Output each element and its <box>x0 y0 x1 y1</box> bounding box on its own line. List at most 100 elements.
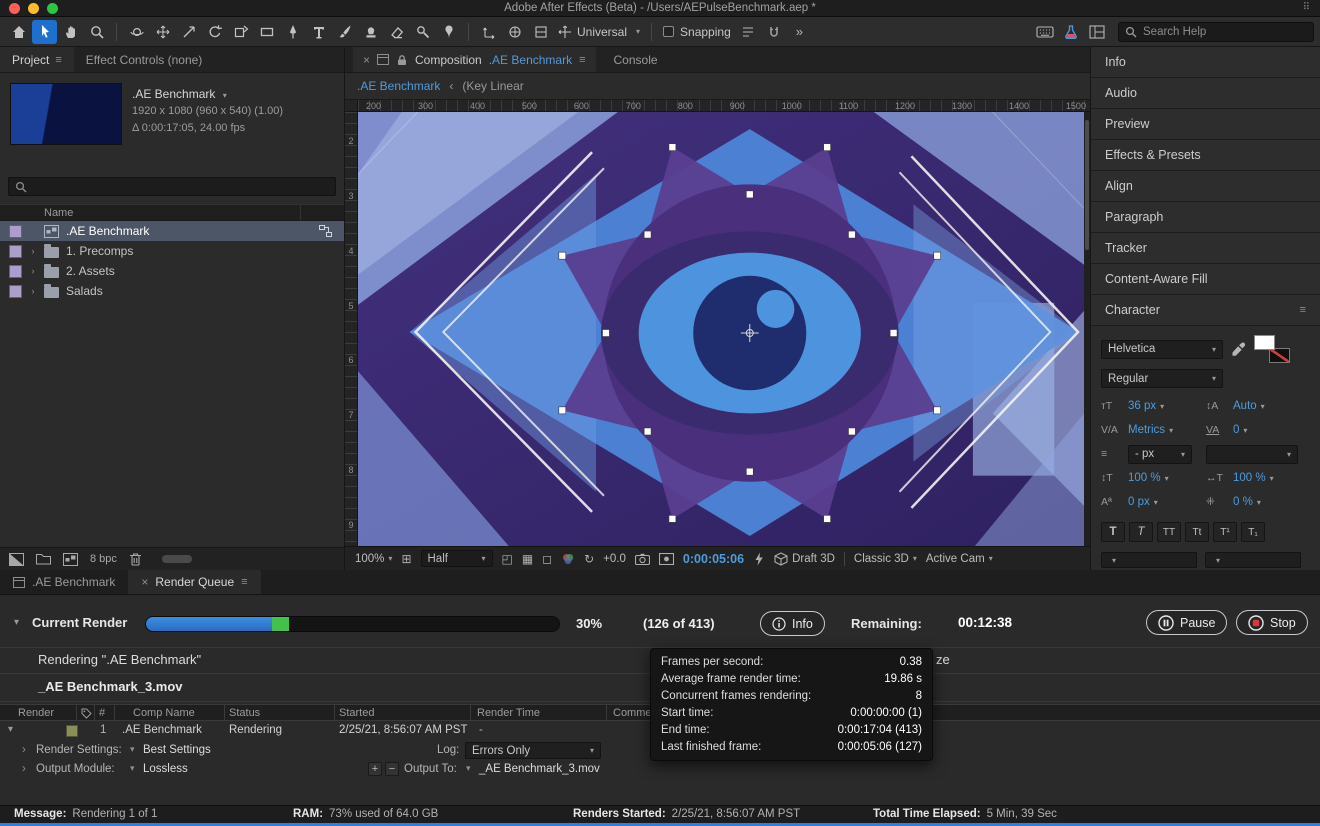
tsume-value[interactable]: 0 % ▾ <box>1233 496 1311 508</box>
dolly-camera-tool-icon[interactable] <box>176 20 201 44</box>
expand-chevron-icon[interactable]: › <box>29 266 37 276</box>
superscript-button[interactable]: T¹ <box>1213 522 1237 542</box>
home-icon[interactable] <box>6 20 31 44</box>
show-snapshot-icon[interactable] <box>658 552 674 565</box>
world-axis-mode-icon[interactable] <box>502 20 527 44</box>
column-status[interactable]: Status <box>229 707 260 719</box>
clipped-select[interactable]: ▾ <box>1101 552 1197 568</box>
list-item-folder-assets[interactable]: › 2. Assets <box>0 261 344 281</box>
keyboard-icon[interactable] <box>1032 20 1057 44</box>
list-item-folder-salads[interactable]: › Salads <box>0 281 344 301</box>
delete-icon[interactable] <box>129 552 142 566</box>
baseline-shift-value[interactable]: 0 px ▾ <box>1128 496 1206 508</box>
stroke-style-select[interactable]: ▾ <box>1206 444 1298 464</box>
snap-options-icon[interactable] <box>736 20 761 44</box>
take-snapshot-icon[interactable] <box>634 553 650 565</box>
grid-and-guides-icon[interactable]: ⊞ <box>401 552 411 566</box>
scrollbar-thumb[interactable] <box>1085 120 1089 250</box>
zoom-window-button[interactable] <box>47 3 58 14</box>
pen-tool-icon[interactable] <box>280 20 305 44</box>
all-caps-button[interactable]: TT <box>1157 522 1181 542</box>
rectangle-tool-icon[interactable] <box>254 20 279 44</box>
orbit-camera-tool-icon[interactable] <box>124 20 149 44</box>
fill-color-swatch[interactable] <box>1254 335 1275 350</box>
snapping-checkbox[interactable] <box>663 26 675 37</box>
type-tool-icon[interactable] <box>306 20 331 44</box>
snap-magnet-icon[interactable] <box>762 20 787 44</box>
view-axis-mode-icon[interactable] <box>528 20 553 44</box>
subscript-button[interactable]: T₁ <box>1241 522 1265 542</box>
local-axis-mode-icon[interactable] <box>476 20 501 44</box>
new-composition-icon[interactable] <box>63 552 78 566</box>
fast-previews-icon[interactable] <box>753 552 765 566</box>
minimize-window-button[interactable] <box>28 3 39 14</box>
name-column-header[interactable]: Name <box>44 207 73 219</box>
leading-value[interactable]: Auto ▾ <box>1233 400 1311 412</box>
stroke-width-select[interactable]: - px ▾ <box>1128 444 1192 464</box>
font-style-select[interactable]: Regular ▾ <box>1101 369 1223 388</box>
tab-console[interactable]: Console <box>604 53 668 67</box>
column-comp-name[interactable]: Comp Name <box>133 707 195 719</box>
panel-menu-icon[interactable]: ≡ <box>579 54 585 66</box>
faux-bold-button[interactable]: T <box>1101 522 1125 542</box>
interpret-footage-icon[interactable] <box>9 552 24 566</box>
show-channel-icon[interactable] <box>561 552 575 566</box>
footer-scrollbar-thumb[interactable] <box>161 555 192 563</box>
output-module-value[interactable]: Lossless <box>143 763 188 775</box>
label-color-chip[interactable] <box>9 244 22 258</box>
tab-timeline-comp[interactable]: .AE Benchmark <box>0 570 128 594</box>
resolution-select[interactable]: Half ▾ <box>420 550 493 567</box>
breadcrumb-comp-link[interactable]: .AE Benchmark <box>357 79 440 93</box>
panels-layout-icon[interactable] <box>1084 20 1109 44</box>
brush-tool-icon[interactable] <box>332 20 357 44</box>
pan-behind-tool-icon[interactable] <box>228 20 253 44</box>
close-icon[interactable]: × <box>141 575 148 589</box>
vertical-ruler[interactable]: 23456789 <box>345 112 358 546</box>
tracking-value[interactable]: 0 ▾ <box>1233 424 1311 436</box>
column-render-time[interactable]: Render Time <box>477 707 540 719</box>
panel-tab-preview[interactable]: Preview <box>1091 109 1320 140</box>
small-caps-button[interactable]: Tt <box>1185 522 1209 542</box>
magnification-select[interactable]: 100% ▾ <box>355 553 392 565</box>
expand-chevron-icon[interactable]: › <box>22 744 26 756</box>
exposure-value[interactable]: +0.0 <box>603 553 626 565</box>
region-of-interest-icon[interactable]: ◰ <box>502 552 513 566</box>
close-window-button[interactable] <box>9 3 20 14</box>
expand-chevron-icon[interactable]: › <box>29 286 37 296</box>
composition-canvas[interactable] <box>358 112 1084 546</box>
info-button[interactable]: Info <box>760 611 825 636</box>
column-render[interactable]: Render <box>18 707 54 719</box>
rotation-tool-icon[interactable] <box>202 20 227 44</box>
tab-effect-controls[interactable]: Effect Controls (none) <box>74 47 215 72</box>
label-color-chip[interactable] <box>9 264 22 278</box>
new-folder-icon[interactable] <box>36 553 51 565</box>
tab-composition[interactable]: × Composition .AE Benchmark ≡ <box>353 47 596 72</box>
toolbar-overflow-chevron[interactable]: » <box>788 24 811 39</box>
project-list-header[interactable]: Name <box>0 204 344 221</box>
chevron-down-icon[interactable]: ▾ <box>466 763 471 774</box>
camera-view-select[interactable]: Active Cam ▾ <box>926 553 993 565</box>
draft-3d-toggle[interactable]: Draft 3D <box>774 551 835 566</box>
chevron-down-icon[interactable]: ▾ <box>130 744 135 755</box>
close-icon[interactable]: × <box>363 53 370 67</box>
panel-menu-icon[interactable]: ≡ <box>1300 304 1306 316</box>
column-number[interactable]: # <box>99 707 105 719</box>
column-started[interactable]: Started <box>339 707 374 719</box>
hand-tool-icon[interactable] <box>58 20 83 44</box>
renderer-select[interactable]: Classic 3D ▾ <box>854 553 917 565</box>
render-settings-value[interactable]: Best Settings <box>143 744 211 756</box>
render-item-checkbox[interactable] <box>66 725 78 737</box>
list-item-folder-precomps[interactable]: › 1. Precomps <box>0 241 344 261</box>
beta-feedback-flask-icon[interactable] <box>1058 20 1083 44</box>
current-time-display[interactable]: 0:00:05:06 <box>683 552 744 566</box>
list-item-composition[interactable]: .AE Benchmark <box>0 221 344 241</box>
stop-button[interactable]: Stop <box>1236 610 1308 635</box>
label-color-chip[interactable] <box>9 284 22 298</box>
add-output-module-button[interactable]: + <box>368 762 382 776</box>
collapse-chevron-icon[interactable]: ▾ <box>8 724 13 735</box>
roto-brush-tool-icon[interactable] <box>410 20 435 44</box>
selection-tool-icon[interactable] <box>32 19 57 44</box>
tab-project[interactable]: Project ≡ <box>0 47 74 72</box>
panel-menu-icon[interactable]: ≡ <box>55 54 61 66</box>
output-to-value[interactable]: _AE Benchmark_3.mov <box>479 763 600 775</box>
